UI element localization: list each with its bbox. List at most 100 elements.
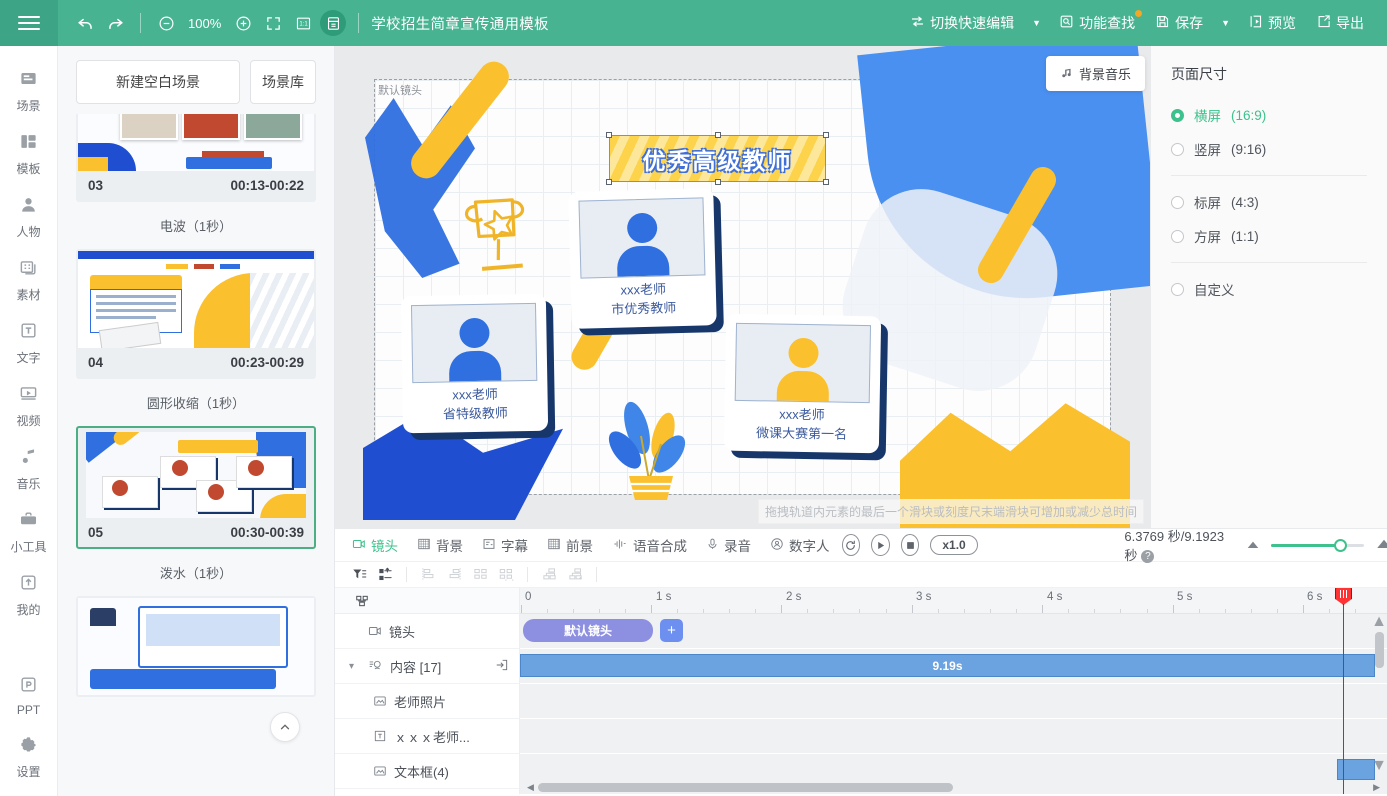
scene-card-04[interactable]: 04 00:23-00:29	[76, 249, 316, 379]
quick-edit-button[interactable]: 切换快速编辑	[901, 8, 1023, 38]
replay-icon[interactable]	[841, 534, 861, 556]
background-music-button[interactable]: 背景音乐	[1045, 56, 1145, 91]
track-row-content[interactable]: ▾ 内容 [17]	[335, 649, 519, 684]
track-scroll-up-icon[interactable]: ▲	[1371, 613, 1387, 630]
teacher-card-1[interactable]: xxx老师 市优秀教师	[568, 188, 717, 329]
teacher-card-2[interactable]: xxx老师 省特级教师	[400, 293, 549, 433]
help-icon[interactable]: ?	[1141, 550, 1155, 564]
sidebar-item-text[interactable]: 文字	[0, 312, 58, 375]
scene-transition-label[interactable]: 圆形收缩（1秒）	[76, 379, 316, 426]
sidebar-item-my[interactable]: 我的	[0, 564, 58, 627]
zoom-out-icon[interactable]	[153, 10, 179, 36]
page-size-option-landscape[interactable]: 横屏 (16:9)	[1171, 98, 1367, 132]
resize-handle-sw[interactable]	[606, 179, 612, 185]
document-title[interactable]: 学校招生简章宣传通用模板	[371, 13, 549, 34]
tab-digital-human[interactable]: 数字人	[763, 531, 837, 559]
timeline-horizontal-scrollbar[interactable]: ◀ ▶	[520, 780, 1387, 794]
sidebar-item-toolbox[interactable]: 小工具	[0, 501, 58, 564]
sidebar-item-music[interactable]: 音乐	[0, 438, 58, 501]
playhead[interactable]	[1335, 588, 1352, 794]
tab-foreground[interactable]: 前景	[540, 531, 600, 559]
page-size-option-portrait[interactable]: 竖屏 (9:16)	[1171, 132, 1367, 166]
collapse-panel-button[interactable]	[270, 712, 300, 742]
stop-icon[interactable]	[900, 534, 920, 556]
teacher-card-3[interactable]: xxx老师 微课大赛第一名	[723, 313, 882, 454]
sidebar-item-ppt[interactable]: PPT	[0, 666, 58, 726]
canvas-area[interactable]: 默认镜头 优秀高级教师 xxx老师 市优秀教师 xxx老师 省特级教师 xxx老…	[335, 46, 1150, 528]
track-vertical-scrollbar[interactable]	[1375, 632, 1384, 668]
preview-button[interactable]: 预览	[1239, 8, 1305, 38]
sidebar-item-scene[interactable]: 场景	[0, 60, 58, 123]
sidebar-item-video[interactable]: 视频	[0, 375, 58, 438]
fit-screen-icon[interactable]	[260, 10, 286, 36]
quick-edit-dropdown-icon[interactable]: ▼	[1025, 13, 1048, 33]
tab-camera[interactable]: 镜头	[345, 531, 405, 559]
scroll-left-icon[interactable]: ◀	[523, 782, 538, 793]
track-row-teacher-photo[interactable]: 老师照片	[335, 684, 519, 719]
track-row-textbox-4[interactable]: 文本框(4)	[335, 754, 519, 789]
resize-handle-nw[interactable]	[606, 132, 612, 138]
sidebar-item-template[interactable]: 模板	[0, 123, 58, 186]
track-row-text-xxx[interactable]: ｘｘｘ老师...	[335, 719, 519, 754]
track-clip-area[interactable]: 0 1 s 2 s 3 s 4 s 5 s 6 s 默认镜头 + 9.19s ▲…	[520, 588, 1387, 794]
undo-icon[interactable]	[72, 10, 98, 36]
scene-card-05[interactable]: 05 00:30-00:39	[76, 426, 316, 549]
playback-speed-button[interactable]: x1.0	[930, 535, 978, 555]
hscroll-thumb[interactable]	[538, 782, 953, 792]
timeline-track-content[interactable]: 9.19s	[520, 649, 1387, 684]
scene-transition-label[interactable]: 电波（1秒）	[76, 202, 316, 249]
add-camera-clip-button[interactable]: +	[660, 619, 683, 642]
scene-list[interactable]: 03 00:13-00:22 电波（1秒） 04 00:23-00:29 圆形收…	[58, 114, 334, 796]
timeline-zoom-slider[interactable]	[1271, 538, 1365, 552]
scene-library-button[interactable]: 场景库	[250, 60, 316, 104]
timeline-track-camera[interactable]: 默认镜头 +	[520, 614, 1387, 649]
hamburger-icon[interactable]	[0, 0, 58, 46]
tab-tts[interactable]: 语音合成	[605, 531, 694, 559]
scene-card-next[interactable]	[76, 596, 316, 697]
export-button[interactable]: 导出	[1307, 8, 1373, 38]
zoom-track-out-icon[interactable]	[1246, 536, 1260, 554]
chevron-down-icon[interactable]: ▾	[349, 661, 361, 672]
scene-card-03[interactable]: 03 00:13-00:22	[76, 114, 316, 202]
canvas-stage[interactable]: 默认镜头 优秀高级教师 xxx老师 市优秀教师 xxx老师 省特级教师 xxx老…	[363, 46, 1150, 528]
page-size-option-standard[interactable]: 标屏 (4:3)	[1171, 185, 1367, 219]
zoom-level-label[interactable]: 100%	[183, 16, 226, 31]
play-icon[interactable]	[871, 534, 890, 556]
sidebar-item-person[interactable]: 人物	[0, 186, 58, 249]
tab-background[interactable]: 背景	[410, 531, 470, 559]
resize-handle-se[interactable]	[823, 179, 829, 185]
track-layers-icon[interactable]	[335, 588, 519, 614]
page-size-option-custom[interactable]: 自定义	[1171, 272, 1367, 306]
zoom-in-icon[interactable]	[230, 10, 256, 36]
clip-content-duration[interactable]: 9.19s	[520, 654, 1375, 677]
page-size-option-square[interactable]: 方屏 (1:1)	[1171, 219, 1367, 253]
clip-default-camera[interactable]: 默认镜头	[523, 619, 653, 642]
resize-handle-n[interactable]	[714, 132, 721, 138]
zoom-track-in-icon[interactable]	[1375, 536, 1387, 554]
sidebar-item-material[interactable]: 素材	[0, 249, 58, 312]
scene-transition-label[interactable]: 泼水（1秒）	[76, 549, 316, 596]
safe-area-icon[interactable]	[320, 10, 347, 36]
track-scroll-down-icon[interactable]: ▼	[1371, 757, 1387, 774]
resize-handle-s[interactable]	[714, 179, 721, 185]
enter-group-icon[interactable]	[495, 658, 519, 675]
save-button[interactable]: 保存	[1146, 8, 1212, 38]
resize-handle-ne[interactable]	[823, 132, 829, 138]
new-blank-scene-button[interactable]: 新建空白场景	[76, 60, 240, 104]
track-row-camera[interactable]: 镜头	[335, 614, 519, 649]
timeline-track-text-xxx[interactable]	[520, 719, 1387, 754]
track-order-icon[interactable]	[375, 565, 395, 585]
sidebar-item-settings[interactable]: 设置	[0, 726, 58, 796]
slider-knob[interactable]	[1334, 538, 1348, 552]
timeline-track-teacher-photo[interactable]	[520, 684, 1387, 719]
tab-subtitle[interactable]: 字幕	[475, 531, 535, 559]
feature-search-button[interactable]: 功能查找	[1050, 8, 1144, 38]
tab-recording[interactable]: 录音	[699, 531, 758, 559]
scroll-right-icon[interactable]: ▶	[1369, 782, 1384, 793]
save-dropdown-icon[interactable]: ▼	[1214, 13, 1237, 33]
title-text-element[interactable]: 优秀高级教师	[606, 132, 829, 185]
timeline-ruler[interactable]: 0 1 s 2 s 3 s 4 s 5 s 6 s	[520, 588, 1387, 614]
redo-icon[interactable]	[102, 10, 128, 36]
actual-size-icon[interactable]: 1:1	[290, 10, 316, 36]
filter-icon[interactable]	[349, 565, 369, 585]
